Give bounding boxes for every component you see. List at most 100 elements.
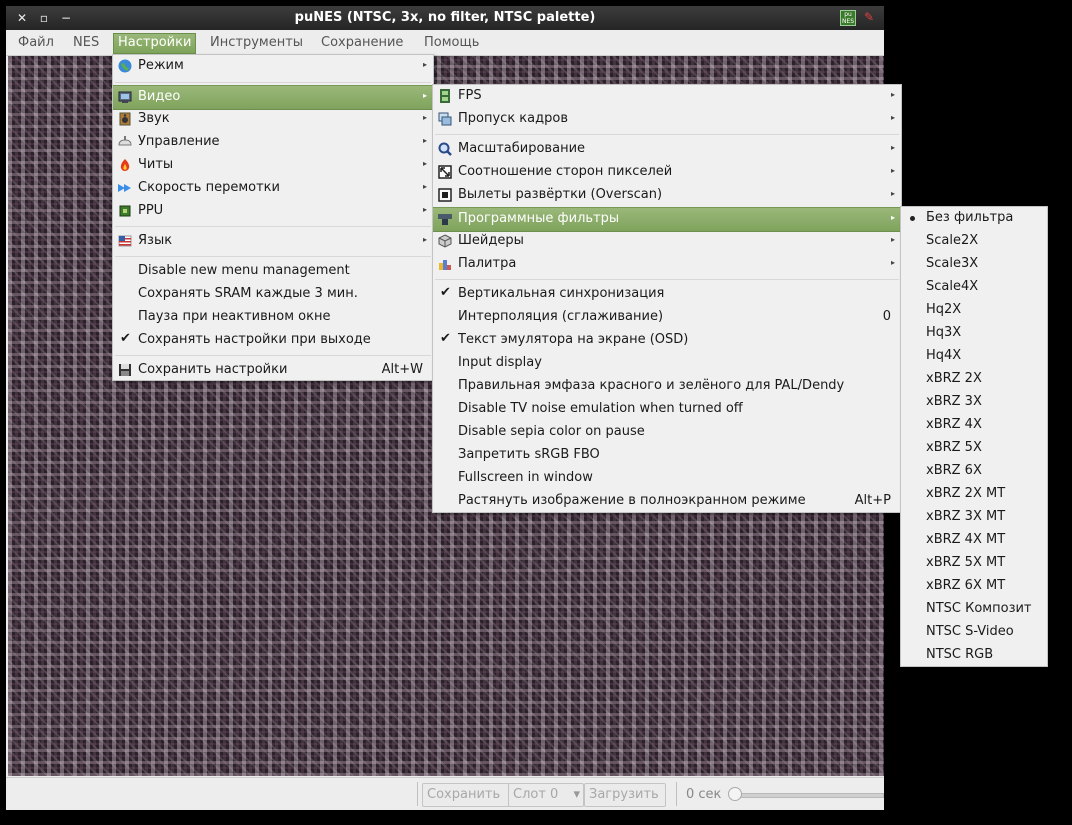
filter-item-none[interactable]: Без фильтра	[901, 207, 1047, 230]
filter-item[interactable]: NTSC S-Video	[901, 621, 1047, 644]
gamepad-icon	[118, 135, 132, 149]
menu-item-fullscreen-window[interactable]: Fullscreen in window	[433, 467, 901, 490]
menu-settings[interactable]: Настройки	[113, 33, 197, 54]
menu-tools[interactable]: Инструменты	[210, 35, 303, 50]
menu-item-controls[interactable]: Управление ▸	[113, 131, 433, 154]
menu-item-disable-new-menu[interactable]: Disable new menu management	[113, 260, 433, 283]
menu-item-label: Fullscreen in window	[458, 470, 593, 485]
submenu-arrow-icon: ▸	[890, 235, 895, 244]
menu-item-fps[interactable]: FPS ▸	[433, 85, 901, 108]
menu-item-interpolation[interactable]: Интерполяция (сглаживание) 0	[433, 306, 901, 329]
filter-item[interactable]: xBRZ 4X	[901, 414, 1047, 437]
menu-item-frame-skip[interactable]: Пропуск кадров ▸	[433, 108, 901, 131]
menu-item-tv-noise[interactable]: Disable TV noise emulation when turned o…	[433, 398, 901, 421]
filter-item[interactable]: xBRZ 5X	[901, 437, 1047, 460]
rewind-slider[interactable]	[736, 793, 884, 798]
menu-item-mode[interactable]: Режим ▸	[113, 55, 433, 78]
video-submenu: FPS ▸ Пропуск кадров ▸ Масштабирование ▸…	[432, 84, 902, 513]
monitor-icon	[118, 90, 132, 104]
menu-help[interactable]: Помощь	[424, 35, 479, 50]
menu-item-scaling[interactable]: Масштабирование ▸	[433, 138, 901, 161]
palette-icon	[438, 257, 452, 271]
filter-item[interactable]: Scale2X	[901, 230, 1047, 253]
menu-item-shortcut: 0	[882, 309, 891, 324]
filter-item[interactable]: xBRZ 2X MT	[901, 483, 1047, 506]
menu-item-srgb-fbo[interactable]: Запретить sRGB FBO	[433, 444, 901, 467]
menu-item-overscan[interactable]: Вылеты развёртки (Overscan) ▸	[433, 184, 901, 207]
menu-item-shaders[interactable]: Шейдеры ▸	[433, 230, 901, 253]
menu-item-label: Пропуск кадров	[458, 111, 568, 126]
filter-item[interactable]: Scale4X	[901, 276, 1047, 299]
menu-item-save-on-exit[interactable]: ✔ Сохранять настройки при выходе	[113, 329, 433, 352]
menu-item-sound[interactable]: Звук ▸	[113, 108, 433, 131]
menu-separator	[115, 82, 431, 83]
menu-item-rewind-speed[interactable]: Скорость перемотки ▸	[113, 177, 433, 200]
time-label: 0 сек	[686, 787, 722, 802]
menu-item-label: xBRZ 6X MT	[926, 578, 1006, 593]
filter-item[interactable]: Hq2X	[901, 299, 1047, 322]
menu-item-shortcut: Alt+P	[854, 493, 891, 508]
filter-item[interactable]: xBRZ 5X MT	[901, 552, 1047, 575]
menu-item-input-display[interactable]: Input display	[433, 352, 901, 375]
filter-item[interactable]: xBRZ 6X	[901, 460, 1047, 483]
menu-item-label: Скорость перемотки	[138, 180, 280, 195]
menu-item-label: Растянуть изображение в полноэкранном ре…	[458, 493, 806, 508]
radio-dot-icon	[910, 216, 915, 221]
submenu-arrow-icon: ▸	[422, 91, 427, 100]
menu-item-label: Управление	[138, 134, 220, 149]
menu-item-save-sram[interactable]: Сохранять SRAM каждые 3 мин.	[113, 283, 433, 306]
menu-item-label: Hq3X	[926, 325, 962, 340]
filter-item[interactable]: xBRZ 2X	[901, 368, 1047, 391]
menu-item-emphasis[interactable]: Правильная эмфаза красного и зелёного дл…	[433, 375, 901, 398]
slot-select[interactable]: Слот 0 ▾	[508, 783, 584, 807]
submenu-arrow-icon: ▸	[422, 235, 427, 244]
menu-nes[interactable]: NES	[73, 35, 99, 50]
menu-item-pause-inactive[interactable]: Пауза при неактивном окне	[113, 306, 433, 329]
filter-item[interactable]: NTSC Композит	[901, 598, 1047, 621]
menu-item-sepia[interactable]: Disable sepia color on pause	[433, 421, 901, 444]
menu-item-label: xBRZ 2X	[926, 371, 982, 386]
menu-item-label: Видео	[138, 89, 181, 104]
menu-item-palette[interactable]: Палитра ▸	[433, 253, 901, 276]
menu-file[interactable]: Файл	[18, 35, 54, 50]
menu-item-label: Правильная эмфаза красного и зелёного дл…	[458, 378, 845, 393]
menu-item-pixel-aspect[interactable]: Соотношение сторон пикселей ▸	[433, 161, 901, 184]
fire-icon	[118, 158, 132, 172]
menu-item-vsync[interactable]: ✔ Вертикальная синхронизация	[433, 283, 901, 306]
menu-item-label: Input display	[458, 355, 542, 370]
menu-bar: Файл NES Настройки Инструменты Сохранени…	[6, 31, 884, 56]
menu-item-ppu[interactable]: PPU ▸	[113, 200, 433, 223]
filter-item[interactable]: Scale3X	[901, 253, 1047, 276]
menu-item-stretch-fullscreen[interactable]: Растянуть изображение в полноэкранном ре…	[433, 490, 901, 513]
filter-item[interactable]: xBRZ 6X MT	[901, 575, 1047, 598]
menu-save[interactable]: Сохранение	[321, 35, 403, 50]
menu-item-label: Disable new menu management	[138, 263, 350, 278]
slot-label: Слот 0	[513, 787, 559, 802]
filter-icon	[438, 212, 452, 226]
menu-item-osd[interactable]: ✔ Текст эмулятора на экране (OSD)	[433, 329, 901, 352]
filter-item[interactable]: NTSC RGB	[901, 644, 1047, 667]
status-bar: Сохранить Слот 0 ▾ Загрузить 0 сек	[6, 777, 884, 810]
menu-item-video[interactable]: Видео ▸	[113, 85, 433, 110]
save-state-button[interactable]: Сохранить	[422, 783, 512, 807]
filter-item[interactable]: xBRZ 3X	[901, 391, 1047, 414]
menu-item-software-filters[interactable]: Программные фильтры ▸	[433, 207, 901, 232]
submenu-arrow-icon: ▸	[890, 213, 895, 222]
filter-item[interactable]: Hq3X	[901, 322, 1047, 345]
menu-item-label: Без фильтра	[926, 210, 1014, 225]
title-bar: ✕ ▫ − puNES (NTSC, 3x, no filter, NTSC p…	[6, 6, 884, 30]
load-state-button[interactable]: Загрузить	[584, 783, 666, 807]
slider-knob[interactable]	[728, 787, 742, 801]
menu-item-save-settings[interactable]: Сохранить настройки Alt+W	[113, 359, 433, 382]
filter-item[interactable]: Hq4X	[901, 345, 1047, 368]
menu-item-label: Вылеты развёртки (Overscan)	[458, 187, 663, 202]
menu-item-label: Вертикальная синхронизация	[458, 286, 665, 301]
filter-item[interactable]: xBRZ 4X MT	[901, 529, 1047, 552]
flag-icon	[118, 234, 132, 248]
menu-item-language[interactable]: Язык ▸	[113, 230, 433, 253]
checkmark-icon: ✔	[440, 331, 451, 346]
menu-item-label: Scale3X	[926, 256, 979, 271]
pin-icon[interactable]: ✎	[864, 10, 874, 24]
menu-item-cheats[interactable]: Читы ▸	[113, 154, 433, 177]
filter-item[interactable]: xBRZ 3X MT	[901, 506, 1047, 529]
